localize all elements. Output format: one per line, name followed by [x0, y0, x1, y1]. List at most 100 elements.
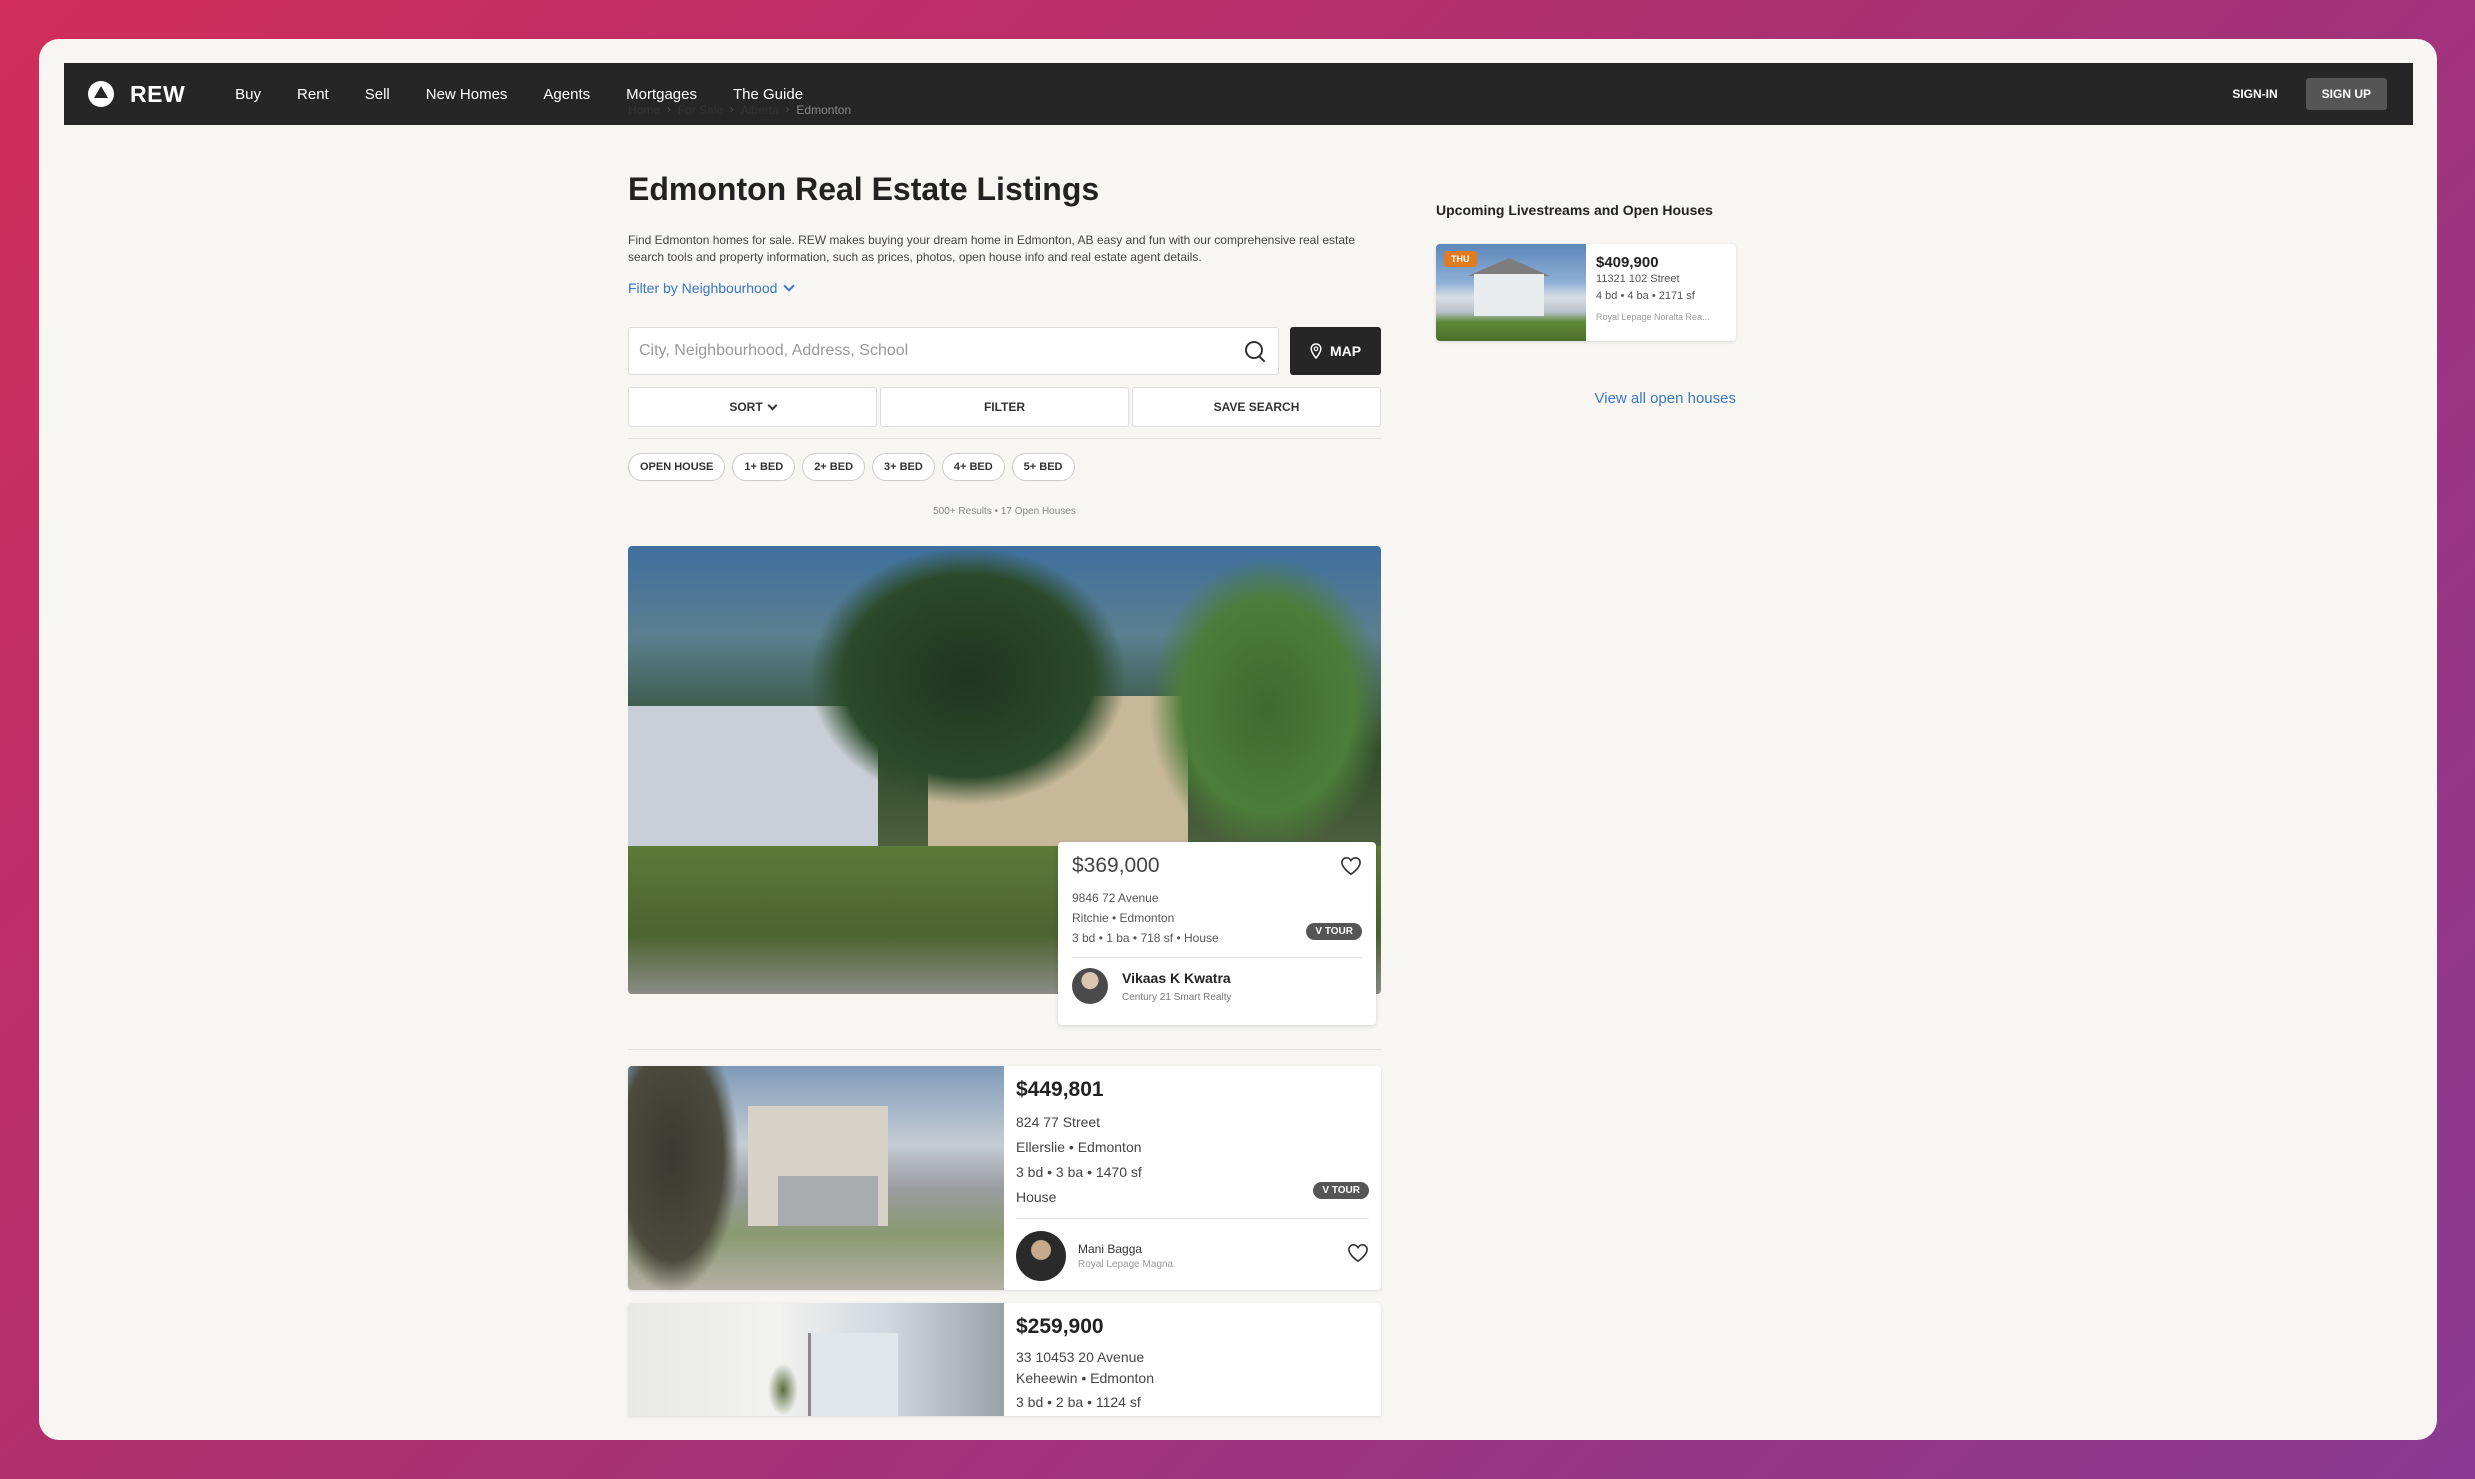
- photo-window: [808, 1333, 898, 1416]
- agent-text: Vikaas K Kwatra Century 21 Smart Realty: [1108, 970, 1232, 1003]
- breadcrumb: Home › For Sale › Alberta › Edmonton: [628, 103, 851, 117]
- agent-info[interactable]: Mani Bagga Royal Lepage Magna: [1016, 1231, 1369, 1281]
- nav-mortgages[interactable]: Mortgages: [626, 86, 697, 103]
- agent-info[interactable]: Vikaas K Kwatra Century 21 Smart Realty: [1072, 968, 1362, 1004]
- listing-card[interactable]: $259,900 33 10453 20 Avenue Keheewin • E…: [628, 1303, 1381, 1416]
- listing-address: 33 10453 20 Avenue: [1016, 1349, 1145, 1365]
- sort-button[interactable]: SORT: [628, 387, 877, 427]
- sort-label: SORT: [729, 400, 763, 414]
- page-title: Edmonton Real Estate Listings: [628, 171, 1100, 207]
- listing-card[interactable]: $449,801 824 77 Street Ellerslie • Edmon…: [628, 1066, 1381, 1290]
- open-house-address: 11321 102 Street: [1596, 273, 1680, 285]
- heart-icon[interactable]: [1347, 1243, 1369, 1263]
- listing-info: $259,900 33 10453 20 Avenue Keheewin • E…: [1004, 1303, 1381, 1416]
- breadcrumb-home[interactable]: Home: [628, 103, 660, 117]
- breadcrumb-edmonton: Edmonton: [796, 103, 852, 117]
- top-navigation: REW Buy Rent Sell New Homes Agents Mortg…: [64, 63, 2413, 125]
- map-button-label: MAP: [1329, 343, 1362, 359]
- search-box: [628, 327, 1279, 375]
- photo-garage: [778, 1176, 878, 1226]
- nav-sell[interactable]: Sell: [365, 86, 390, 103]
- rew-logo[interactable]: REW: [88, 81, 185, 108]
- breadcrumb-for-sale[interactable]: For Sale: [678, 103, 723, 117]
- virtual-tour-badge[interactable]: V TOUR: [1313, 1182, 1369, 1199]
- filter-link-label: Filter by Neighbourhood: [628, 280, 778, 296]
- nav-the-guide[interactable]: The Guide: [733, 86, 803, 103]
- nav-rent[interactable]: Rent: [297, 86, 329, 103]
- heart-icon[interactable]: [1340, 856, 1362, 876]
- chip-5-bed[interactable]: 5+ BED: [1011, 453, 1075, 481]
- listing-details: 3 bd • 3 ba • 1470 sf: [1016, 1164, 1142, 1180]
- agent-name: Mani Bagga: [1078, 1242, 1143, 1256]
- chip-1-bed[interactable]: 1+ BED: [732, 453, 796, 481]
- chip-3-bed[interactable]: 3+ BED: [872, 453, 935, 481]
- photo-plant: [768, 1363, 798, 1416]
- virtual-tour-badge[interactable]: V TOUR: [1306, 923, 1362, 940]
- chip-open-house[interactable]: OPEN HOUSE: [628, 453, 726, 481]
- nav-agents[interactable]: Agents: [543, 86, 590, 103]
- divider: [1016, 1218, 1369, 1219]
- divider: [628, 1049, 1381, 1050]
- nav-new-homes[interactable]: New Homes: [426, 86, 508, 103]
- agent-office: Royal Lepage Magna: [1078, 1259, 1174, 1270]
- agent-office: Century 21 Smart Realty: [1122, 991, 1232, 1003]
- sign-up-button[interactable]: SIGN UP: [2305, 78, 2387, 110]
- chip-4-bed[interactable]: 4+ BED: [941, 453, 1005, 481]
- agent-text: Mani Bagga Royal Lepage Magna: [1066, 1242, 1173, 1270]
- open-house-day-badge: THU: [1444, 251, 1477, 267]
- save-search-button[interactable]: SAVE SEARCH: [1132, 387, 1381, 427]
- logo-text: REW: [130, 80, 186, 107]
- photo-tree: [808, 546, 1128, 806]
- open-house-broker: Royal Lepage Noralta Rea...: [1596, 312, 1710, 322]
- listing-photo: [628, 1303, 1004, 1416]
- listing-price: $369,000: [1072, 854, 1160, 877]
- agent-avatar: [1072, 968, 1108, 1004]
- open-house-price: $409,900: [1596, 254, 1659, 271]
- rew-logo-icon: [88, 81, 114, 107]
- agent-avatar: [1016, 1231, 1066, 1281]
- intro-text: Find Edmonton homes for sale. REW makes …: [628, 233, 1356, 264]
- divider: [628, 438, 1381, 439]
- sign-in-link[interactable]: SIGN-IN: [2232, 87, 2277, 101]
- featured-listing-card[interactable]: $369,000 9846 72 Avenue Ritchie • Edmont…: [1058, 842, 1376, 1025]
- map-button[interactable]: MAP: [1290, 327, 1381, 375]
- filter-button[interactable]: FILTER: [880, 387, 1129, 427]
- search-input[interactable]: [639, 342, 1244, 360]
- save-search-label: SAVE SEARCH: [1213, 400, 1300, 414]
- open-house-info: $409,900 11321 102 Street 4 bd • 4 ba • …: [1586, 244, 1736, 341]
- photo-tree: [1148, 556, 1381, 856]
- divider: [1072, 957, 1362, 958]
- open-house-photo: THU: [1436, 244, 1586, 341]
- listing-address: 9846 72 Avenue: [1072, 891, 1159, 905]
- agent-name: Vikaas K Kwatra: [1122, 969, 1231, 986]
- chip-2-bed[interactable]: 2+ BED: [802, 453, 866, 481]
- filter-label: FILTER: [983, 400, 1026, 414]
- view-all-open-houses-link[interactable]: View all open houses: [1436, 390, 1737, 407]
- chevron-down-icon: [767, 400, 778, 410]
- search-controls: SORT FILTER SAVE SEARCH: [628, 387, 1381, 427]
- chevron-down-icon: [783, 280, 796, 292]
- listing-area: Keheewin • Edmonton: [1016, 1370, 1154, 1386]
- listing-photo: [628, 1066, 1004, 1290]
- nav-links: Buy Rent Sell New Homes Agents Mortgages…: [235, 86, 839, 103]
- auth-controls: SIGN-IN SIGN UP: [2232, 78, 2387, 110]
- open-house-details: 4 bd • 4 ba • 2171 sf: [1596, 290, 1695, 302]
- listing-area: Ellerslie • Edmonton: [1016, 1139, 1142, 1155]
- map-pin-icon: [1310, 343, 1322, 359]
- photo-tree: [628, 1066, 738, 1290]
- breadcrumb-alberta[interactable]: Alberta: [741, 103, 779, 117]
- listing-address: 824 77 Street: [1016, 1114, 1101, 1130]
- results-count: 500+ Results • 17 Open Houses: [933, 506, 1076, 517]
- listing-details: 3 bd • 2 ba • 1124 sf: [1016, 1394, 1141, 1410]
- filter-by-neighbourhood[interactable]: Filter by Neighbourhood: [628, 280, 796, 296]
- photo-house: [1474, 274, 1544, 316]
- listing-info: $449,801 824 77 Street Ellerslie • Edmon…: [1004, 1066, 1381, 1290]
- listing-price: $449,801: [1016, 1078, 1104, 1101]
- chevron-right-icon: ›: [730, 104, 734, 116]
- nav-buy[interactable]: Buy: [235, 86, 261, 103]
- chevron-right-icon: ›: [785, 104, 790, 116]
- search-icon[interactable]: [1244, 340, 1266, 362]
- listing-price: $259,900: [1016, 1315, 1104, 1338]
- open-house-card[interactable]: THU $409,900 11321 102 Street 4 bd • 4 b…: [1436, 244, 1736, 341]
- sidebar-title: Upcoming Livestreams and Open Houses: [1436, 202, 1713, 218]
